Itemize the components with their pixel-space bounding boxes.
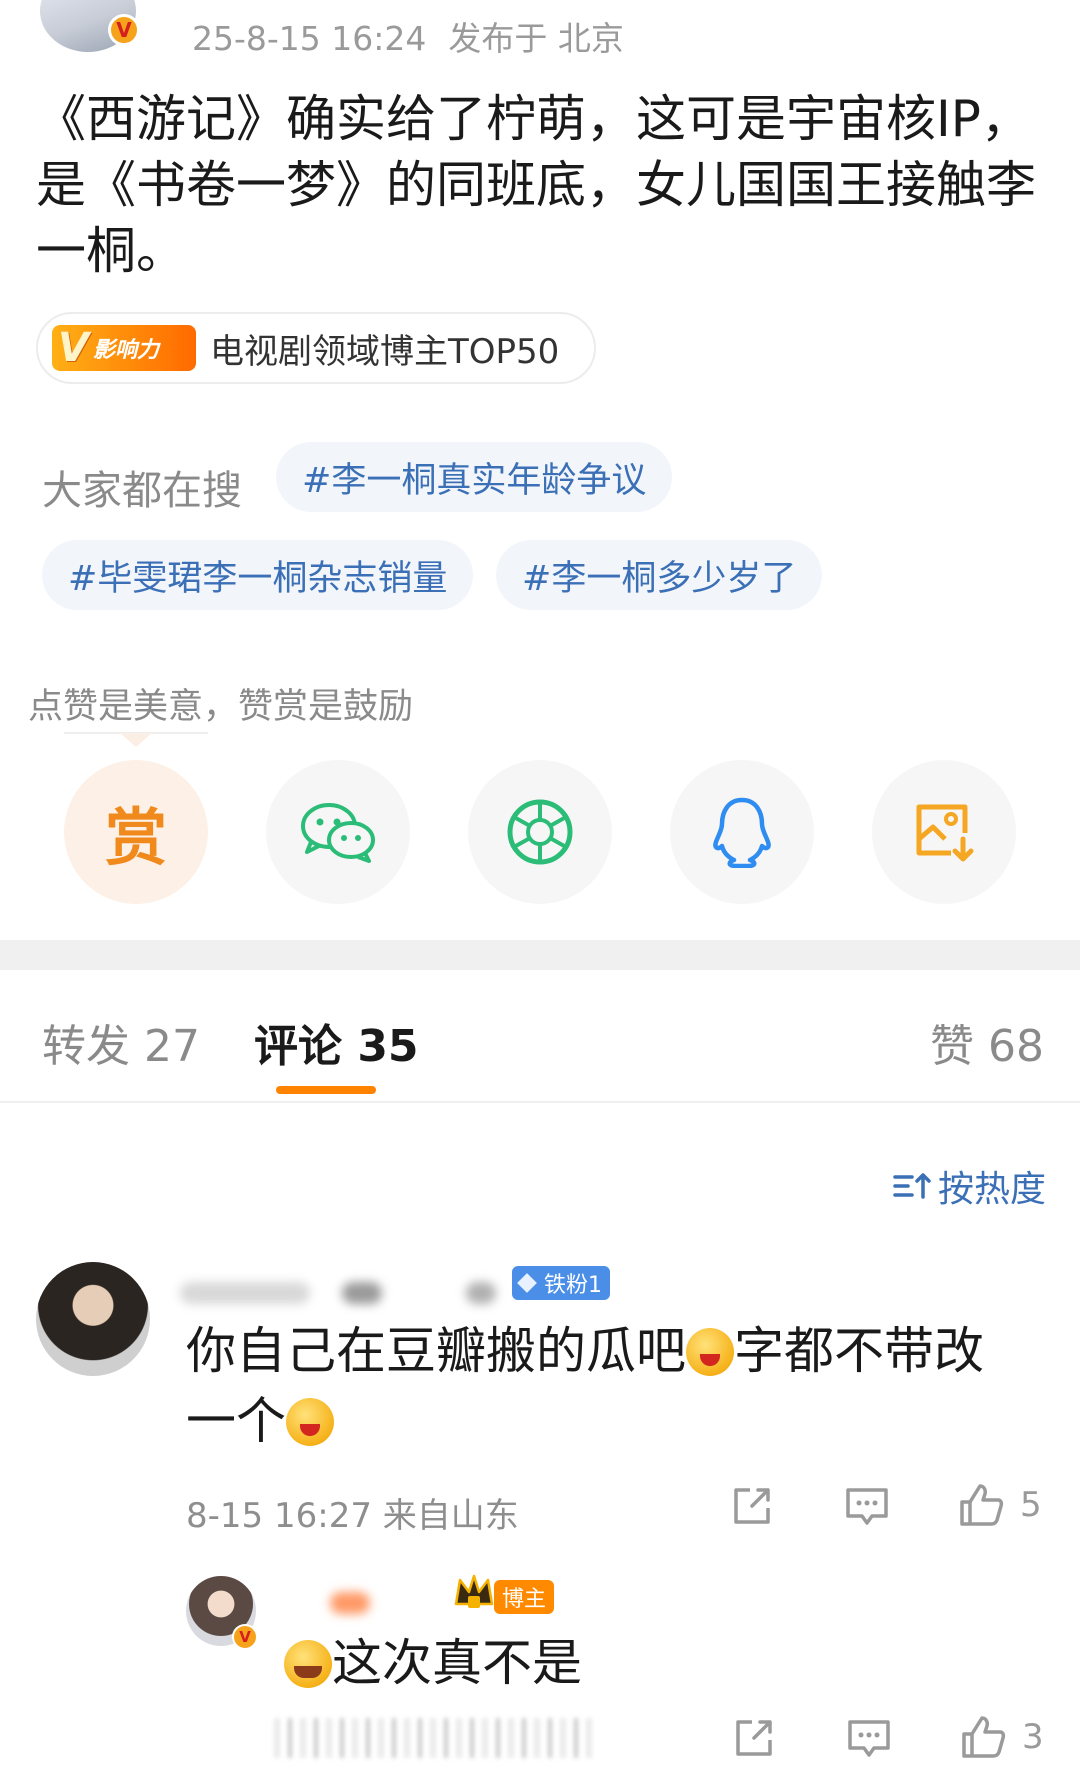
active-tab-indicator	[276, 1086, 376, 1094]
comment-bubble-icon	[846, 1488, 888, 1525]
tongue-out-emoji-icon	[286, 1398, 334, 1446]
sort-icon	[893, 1173, 931, 1199]
qq-icon	[713, 797, 771, 868]
hot-search-label: 大家都在搜	[42, 468, 242, 514]
hot-search-tag[interactable]: #李一桐多少岁了	[496, 540, 823, 610]
comment-text: 你自己在豆瓣搬的瓜吧 字都不带改一个	[186, 1316, 1026, 1456]
reply-reply-button[interactable]	[846, 1716, 892, 1760]
post-body: 《西游记》确实给了柠萌，这可是宇宙核IP，是《书卷一梦》的同班底，女儿国国王接触…	[36, 90, 1036, 280]
comment-meta: 8-15 16:27 来自山东	[186, 1496, 519, 1536]
share-out-icon	[736, 1720, 772, 1756]
share-comment-button[interactable]	[730, 1484, 774, 1528]
commenter-name-redacted[interactable]	[166, 1270, 496, 1312]
verified-badge-icon: V	[232, 1624, 258, 1650]
thumbs-up-icon	[962, 1716, 1006, 1758]
tab-likes[interactable]: 赞 68	[930, 1010, 1044, 1074]
post-timestamp: 25-8-15 16:24	[192, 19, 427, 58]
laughing-emoji-icon	[284, 1640, 332, 1688]
post-meta: 25-8-15 16:24 发布于 北京	[192, 12, 624, 60]
share-wechat-button[interactable]	[266, 760, 410, 904]
reply-meta-redacted	[274, 1718, 594, 1758]
reply-comment-button[interactable]	[844, 1484, 890, 1528]
hot-search-tag[interactable]: #李一桐真实年龄争议	[276, 442, 673, 512]
reward-caret	[120, 733, 152, 747]
commenter-avatar[interactable]	[36, 1262, 150, 1376]
diamond-icon	[517, 1273, 537, 1293]
like-count: 5	[1020, 1485, 1042, 1525]
influence-logo-v: V	[58, 325, 89, 371]
tabs-divider	[0, 1101, 1080, 1103]
reward-button[interactable]: 赏	[64, 760, 208, 904]
reply-text: 这次真不是	[284, 1628, 582, 1698]
tab-repost[interactable]: 转发 27	[42, 1010, 200, 1074]
save-image-icon	[916, 804, 974, 862]
share-qq-button[interactable]	[670, 760, 814, 904]
comment-text-part: 你自己在豆瓣搬的瓜吧	[186, 1322, 686, 1380]
like-count: 3	[1022, 1717, 1044, 1757]
wechat-icon	[301, 803, 375, 863]
share-moments-button[interactable]	[468, 760, 612, 904]
comment-bubble-icon	[848, 1720, 890, 1757]
fan-badge: 铁粉1	[512, 1266, 610, 1300]
post-location: 发布于 北京	[448, 19, 624, 58]
sort-label: 按热度	[938, 1169, 1047, 1210]
thumbs-up-icon	[960, 1484, 1004, 1526]
save-image-button[interactable]	[872, 760, 1016, 904]
verified-badge-icon: V	[108, 14, 140, 46]
tongue-out-emoji-icon	[686, 1328, 734, 1376]
influence-badge[interactable]: V 影响力 电视剧领域博主TOP50	[36, 312, 596, 384]
blogger-badge: 博主	[494, 1580, 555, 1614]
influence-logo-icon: V 影响力	[52, 325, 196, 371]
sort-button[interactable]: 按热度	[892, 1160, 1046, 1212]
fan-badge-label: 铁粉1	[544, 1273, 602, 1298]
reward-hint: 点赞是美意，赞赏是鼓励	[28, 687, 414, 727]
influence-badge-text: 电视剧领域博主TOP50	[210, 331, 560, 372]
share-out-icon	[734, 1488, 770, 1524]
hot-search-tag[interactable]: #毕雯珺李一桐杂志销量	[42, 540, 474, 610]
like-reply-button[interactable]: 3	[958, 1712, 1044, 1762]
like-comment-button[interactable]: 5	[956, 1480, 1042, 1530]
moments-icon	[507, 799, 573, 865]
crown-icon	[452, 1572, 496, 1616]
reply-text-content: 这次真不是	[332, 1634, 582, 1692]
section-divider	[0, 940, 1080, 970]
reward-icon: 赏	[104, 801, 167, 874]
share-reply-button[interactable]	[732, 1716, 776, 1760]
influence-logo-text: 影响力	[92, 338, 159, 363]
tab-comments[interactable]: 评论 35	[254, 1010, 419, 1074]
replier-name-redacted[interactable]	[300, 1580, 450, 1620]
